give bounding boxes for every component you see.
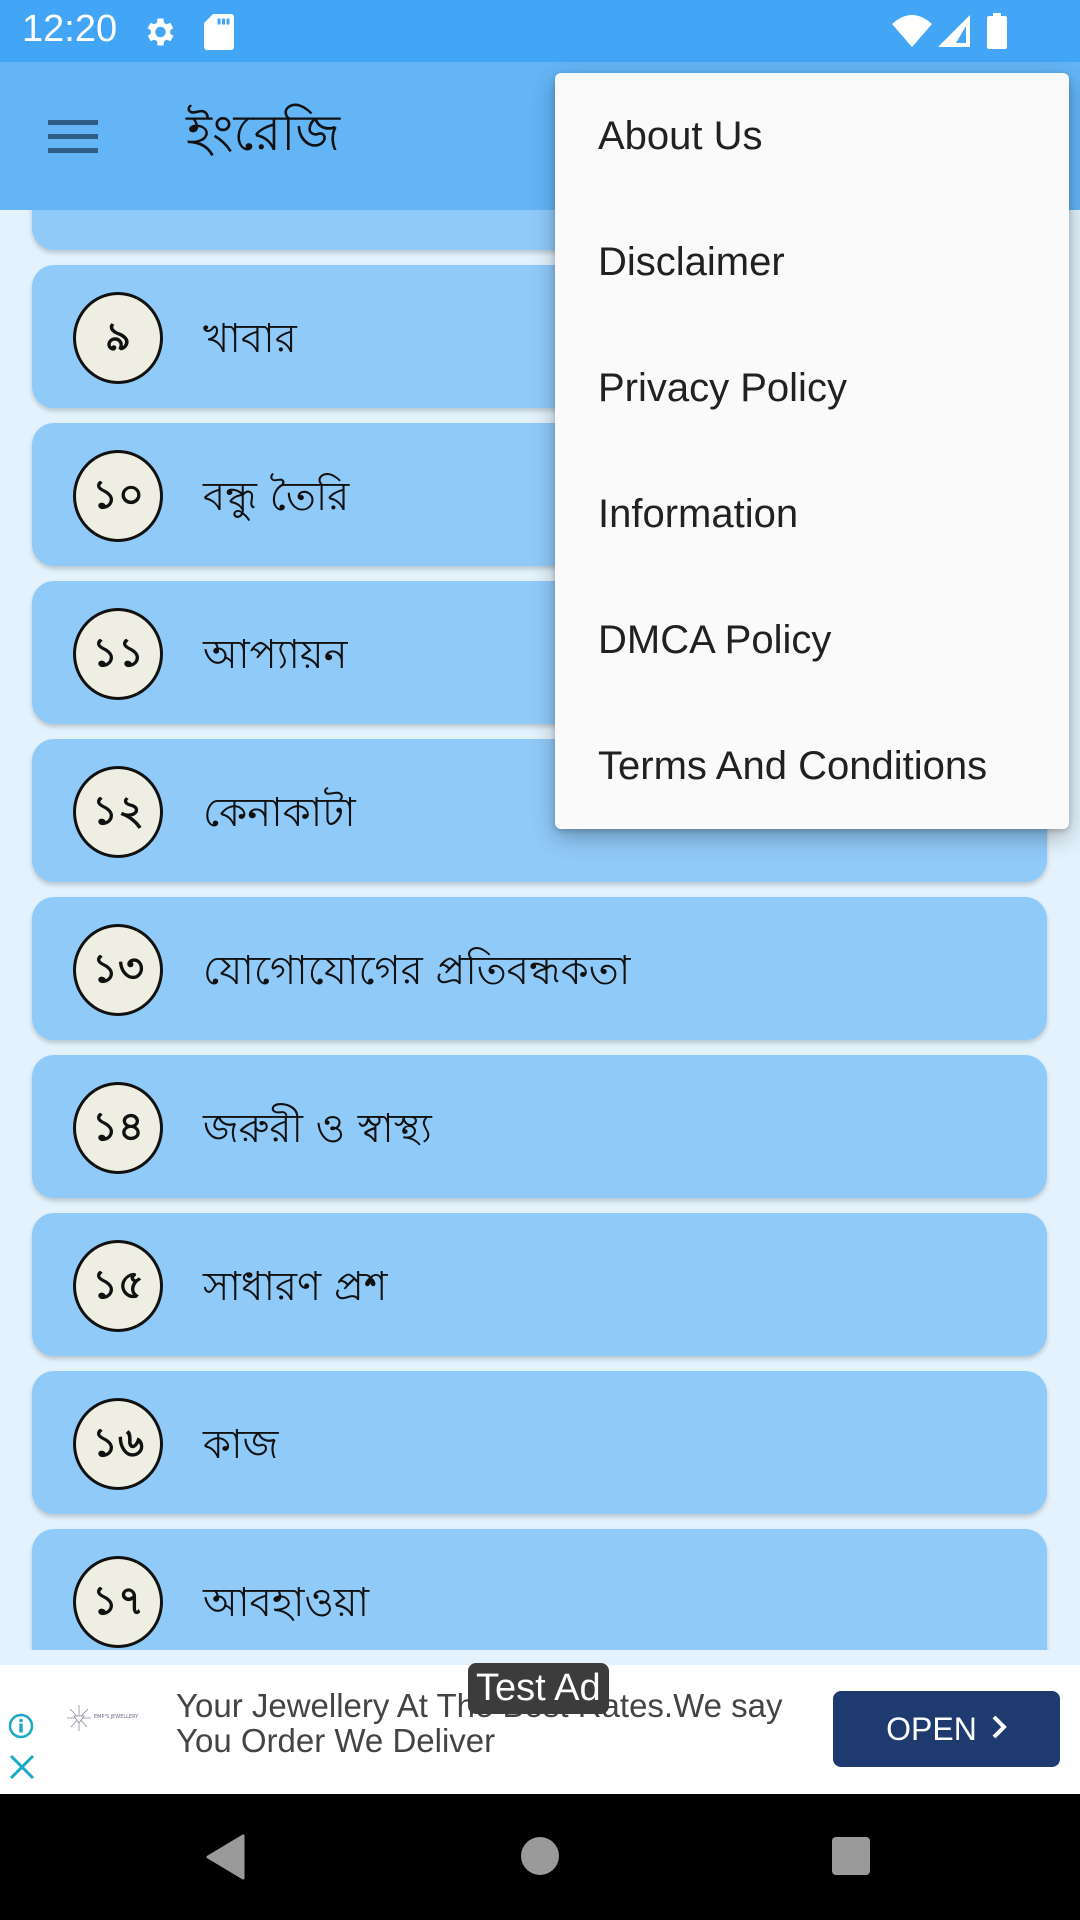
lesson-card[interactable]: ১৫ সাধারণ প্রশ: [32, 1213, 1047, 1356]
lesson-number-badge: ১৫: [73, 1240, 163, 1332]
advertiser-logo-text: EMP'S JEWELLERY: [94, 1714, 139, 1720]
home-icon[interactable]: [520, 1836, 560, 1880]
menu-item-privacy-policy[interactable]: Privacy Policy: [555, 325, 1069, 451]
status-time: 12:20: [22, 8, 118, 50]
menu-item-terms-and-conditions[interactable]: Terms And Conditions: [555, 703, 1069, 829]
menu-item-about-us[interactable]: About Us: [555, 73, 1069, 199]
lesson-number-badge: ৯: [73, 292, 163, 384]
lesson-number-badge: ১৪: [73, 1082, 163, 1174]
lesson-card[interactable]: ১৭ আবহাওয়া: [32, 1529, 1047, 1650]
system-nav-bar: [0, 1794, 1080, 1920]
ad-open-label: OPEN: [886, 1710, 977, 1747]
lesson-title: কাজ: [203, 1422, 279, 1468]
sd-card-icon: [204, 14, 234, 54]
lesson-number-badge: ১৭: [73, 1556, 163, 1648]
lesson-number-badge: ১৩: [73, 924, 163, 1016]
ad-close-icon[interactable]: [8, 1753, 36, 1781]
lesson-title: আবহাওয়া: [203, 1580, 370, 1626]
advertiser-logo: EMP'S JEWELLERY: [66, 1703, 142, 1733]
recents-icon[interactable]: [831, 1836, 871, 1880]
menu-item-information[interactable]: Information: [555, 451, 1069, 577]
test-ad-badge: Test Ad: [468, 1663, 609, 1714]
lesson-title: সাধারণ প্রশ: [203, 1264, 388, 1310]
lesson-number-badge: ১২: [73, 766, 163, 858]
lesson-card[interactable]: ১৪ জরুরী ও স্বাস্থ্য: [32, 1055, 1047, 1198]
lesson-number-badge: ১৬: [73, 1398, 163, 1490]
chevron-right-icon: [991, 1711, 1007, 1748]
lesson-number-badge: ১১: [73, 608, 163, 700]
lesson-card[interactable]: ১৩ যোগোযোগের প্রতিবন্ধকতা: [32, 897, 1047, 1040]
menu-item-dmca-policy[interactable]: DMCA Policy: [555, 577, 1069, 703]
wifi-icon: [892, 14, 932, 52]
settings-icon: [141, 14, 177, 54]
hamburger-menu-icon[interactable]: [44, 110, 102, 162]
signal-icon: [937, 14, 971, 52]
lesson-title: জরুরী ও স্বাস্থ্য: [203, 1106, 432, 1152]
overflow-menu: About Us Disclaimer Privacy Policy Infor…: [555, 73, 1069, 829]
lesson-title: বন্ধু তৈরি: [203, 474, 350, 520]
battery-icon: [986, 13, 1008, 53]
menu-item-disclaimer[interactable]: Disclaimer: [555, 199, 1069, 325]
lesson-title: যোগোযোগের প্রতিবন্ধকতা: [203, 948, 631, 994]
status-bar: 12:20: [0, 0, 1080, 62]
back-icon[interactable]: [205, 1834, 245, 1884]
page-title: ইংরেজি: [186, 104, 341, 162]
lesson-card[interactable]: ১৬ কাজ: [32, 1371, 1047, 1514]
ad-banner[interactable]: EMP'S JEWELLERY Your Jewellery At The Be…: [0, 1663, 1080, 1794]
lesson-title: খাবার: [203, 316, 297, 362]
lesson-title: আপ্যায়ন: [203, 632, 348, 678]
ad-info-icon[interactable]: [8, 1713, 34, 1739]
lesson-number-badge: ১০: [73, 450, 163, 542]
ad-open-button[interactable]: OPEN: [833, 1691, 1060, 1767]
lesson-title: কেনাকাটা: [203, 790, 356, 836]
